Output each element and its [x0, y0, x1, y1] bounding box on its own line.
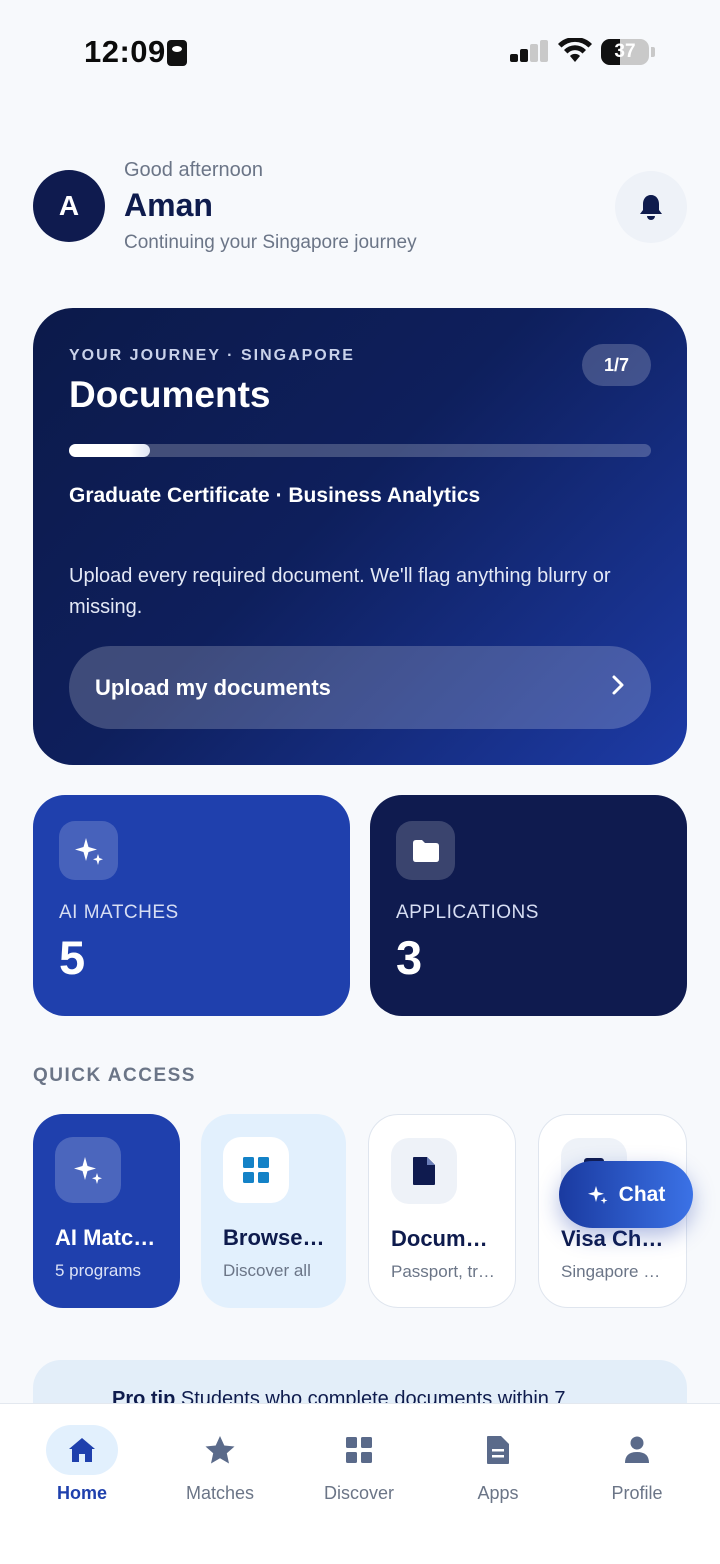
document-icon — [391, 1138, 457, 1204]
upload-documents-button[interactable]: Upload my documents — [69, 646, 651, 729]
header-subtitle: Continuing your Singapore journey — [124, 232, 417, 253]
chat-button[interactable]: Chat — [559, 1161, 693, 1228]
id-card-icon — [167, 40, 187, 66]
sparkle-icon — [55, 1137, 121, 1203]
nav-label-discover: Discover — [323, 1483, 394, 1503]
journey-description: Upload every required document. We'll fl… — [69, 565, 611, 618]
folder-icon — [396, 821, 455, 880]
person-icon — [601, 1425, 673, 1475]
cellular-signal-icon — [510, 40, 548, 66]
nav-matches[interactable]: Matches — [160, 1404, 280, 1524]
quick-access-title-visa: Visa Checklist — [561, 1226, 668, 1251]
program-name: Graduate Certificate · Business Analytic… — [69, 484, 481, 507]
star-icon — [184, 1425, 256, 1475]
nav-label-matches: Matches — [185, 1483, 255, 1503]
grid-icon — [223, 1137, 289, 1203]
bottom-navigation: Home Matches Discover Apps Profile — [0, 1403, 720, 1564]
user-name: Aman — [124, 187, 213, 223]
quick-access-sub-documents: Passport, transcripts — [391, 1262, 497, 1281]
nav-apps[interactable]: Apps — [438, 1404, 558, 1524]
sparkle-icon — [587, 1185, 608, 1204]
applications-label: APPLICATIONS — [396, 902, 539, 923]
chevron-right-icon — [612, 675, 624, 695]
status-time: 12:09 — [84, 34, 166, 69]
nav-label-profile: Profile — [611, 1483, 663, 1503]
status-bar: 12:09 37 — [0, 0, 720, 100]
avatar[interactable]: A — [33, 170, 105, 242]
home-icon — [46, 1425, 118, 1475]
journey-progress-fill — [69, 444, 151, 457]
chat-button-label: Chat — [618, 1182, 666, 1206]
nav-label-home: Home — [56, 1483, 107, 1503]
quick-access-ai-matches[interactable]: AI Matches 5 programs — [33, 1114, 180, 1308]
quick-access-browse[interactable]: Browse programs Discover all — [201, 1114, 346, 1308]
nav-profile[interactable]: Profile — [577, 1404, 697, 1524]
bell-icon — [640, 195, 662, 220]
battery-icon: 37 — [601, 39, 649, 65]
quick-access-title-documents: Documents — [391, 1226, 497, 1251]
applications-count: 3 — [396, 931, 423, 984]
journey-card: YOUR JOURNEY · SINGAPORE 1/7 Documents G… — [33, 308, 687, 765]
battery-level: 37 — [614, 41, 636, 62]
quick-access-sub-visa: Singapore student pass — [561, 1262, 668, 1281]
quick-access-documents[interactable]: Documents Passport, transcripts — [368, 1114, 516, 1308]
applications-card[interactable]: APPLICATIONS 3 — [370, 795, 687, 1016]
ai-matches-label: AI MATCHES — [59, 902, 179, 923]
quick-access-sub-browse: Discover all — [223, 1261, 311, 1280]
journey-eyebrow: YOUR JOURNEY · SINGAPORE — [69, 347, 355, 364]
journey-progress-bar — [69, 444, 651, 457]
nav-home[interactable]: Home — [22, 1404, 142, 1524]
ai-matches-card[interactable]: AI MATCHES 5 — [33, 795, 350, 1016]
notifications-button[interactable] — [615, 171, 687, 243]
quick-access-title: QUICK ACCESS — [33, 1065, 196, 1086]
grid-icon — [323, 1425, 395, 1475]
ai-matches-count: 5 — [59, 931, 86, 984]
quick-access-title-ai-matches: AI Matches — [55, 1225, 162, 1250]
nav-discover[interactable]: Discover — [299, 1404, 419, 1524]
nav-label-apps: Apps — [477, 1483, 519, 1503]
journey-title: Documents — [69, 374, 271, 415]
wifi-icon — [558, 38, 592, 62]
step-badge: 1/7 — [582, 344, 651, 386]
quick-access-title-browse: Browse programs — [223, 1225, 328, 1250]
quick-access-sub-ai-matches: 5 programs — [55, 1261, 141, 1280]
sparkle-icon — [59, 821, 118, 880]
upload-documents-label: Upload my documents — [95, 674, 331, 700]
greeting: Good afternoon — [124, 159, 263, 181]
document-icon — [462, 1425, 534, 1475]
